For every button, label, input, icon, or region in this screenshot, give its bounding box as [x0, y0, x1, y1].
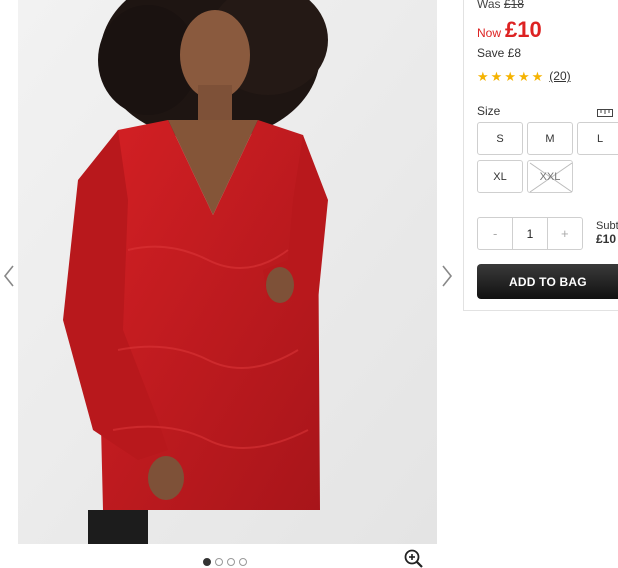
- star-icon: ★: [531, 68, 544, 84]
- now-label: Now: [477, 26, 502, 40]
- size-option-label: XXL: [539, 170, 561, 183]
- quantity-increase-button[interactable]: +: [548, 218, 582, 249]
- prev-image-button[interactable]: [0, 262, 20, 290]
- gallery-dot-3[interactable]: [227, 558, 235, 566]
- star-icon: ★: [517, 68, 530, 84]
- quantity-decrease-button[interactable]: -: [478, 218, 512, 249]
- was-label: Was: [477, 0, 501, 11]
- gallery-dot-2[interactable]: [215, 558, 223, 566]
- star-icon: ★: [477, 68, 489, 84]
- now-price: Now £10: [477, 17, 542, 43]
- subtotal-amount: £10: [596, 232, 617, 246]
- star-icon: ★: [490, 68, 503, 84]
- chevron-left-icon: [3, 265, 14, 287]
- ruler-icon: [597, 109, 613, 117]
- zoom-in-icon: [404, 549, 423, 568]
- gallery-pagination: [203, 558, 247, 566]
- quantity-stepper: - 1 +: [477, 217, 583, 250]
- product-photo: [18, 0, 437, 544]
- subtotal: Subt £10: [596, 220, 618, 246]
- gallery-dot-4[interactable]: [239, 558, 247, 566]
- quantity-value[interactable]: 1: [512, 218, 548, 249]
- was-price: Was £18: [477, 0, 524, 11]
- size-label: Size: [477, 104, 501, 118]
- now-price-value: £10: [505, 17, 542, 42]
- size-option-xxl[interactable]: XXL: [527, 160, 573, 193]
- next-image-button[interactable]: [438, 262, 458, 290]
- star-icon: ★: [504, 68, 516, 84]
- product-page: Was £18 Now £10 Save £8 ★ ★ ★ ★ ★ (20) S…: [0, 0, 618, 568]
- zoom-button[interactable]: [403, 549, 425, 568]
- review-count-link[interactable]: (20): [549, 69, 570, 83]
- save-amount: Save £8: [477, 46, 522, 60]
- was-price-value: £18: [503, 0, 524, 11]
- product-rating[interactable]: ★ ★ ★ ★ ★ (20): [477, 69, 571, 83]
- chevron-right-icon: [442, 265, 453, 287]
- size-option-l[interactable]: L: [577, 122, 618, 155]
- gallery-dot-1[interactable]: [203, 558, 211, 566]
- size-guide-button[interactable]: [597, 105, 613, 117]
- product-image[interactable]: [18, 0, 437, 544]
- size-option-m[interactable]: M: [527, 122, 573, 155]
- size-option-s[interactable]: S: [477, 122, 523, 155]
- size-option-xl[interactable]: XL: [477, 160, 523, 193]
- add-to-bag-button[interactable]: ADD TO BAG: [477, 264, 618, 299]
